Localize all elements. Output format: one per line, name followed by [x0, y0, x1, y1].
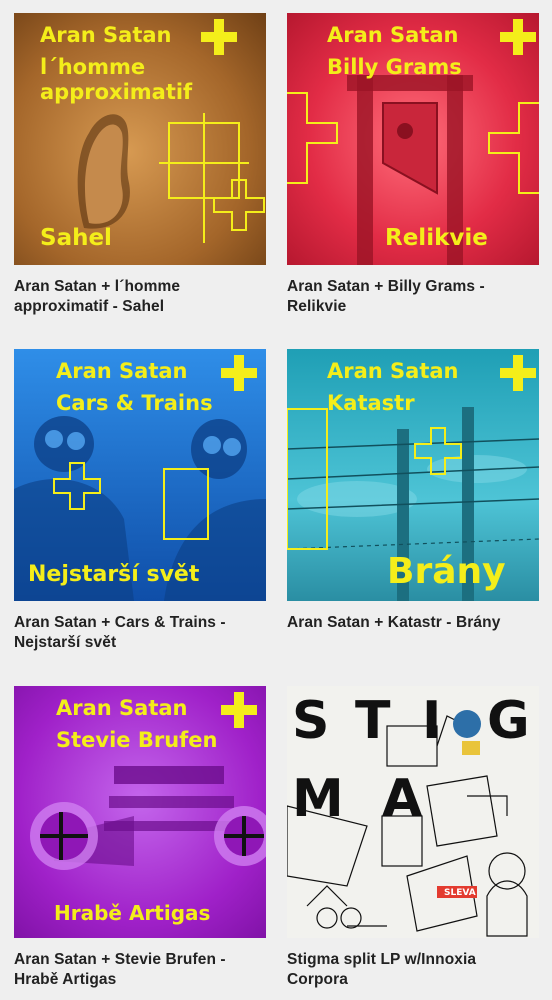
cover-art-stigma: S T I G M A SLEVA [287, 686, 539, 938]
release-card-brany[interactable]: Aran Satan Katastr Brány Aran Satan + Ka… [287, 349, 539, 633]
release-grid: Aran Satan l´homme approximatif Sahel Ar… [0, 0, 552, 1000]
cover-art-nejstarsi-svet: Aran Satan Cars & Trains Nejstarší svět [14, 349, 266, 601]
album-cover-sahel[interactable]: Aran Satan l´homme approximatif Sahel [14, 13, 266, 265]
cover-sign: SLEVA [444, 888, 476, 898]
cover-collab-line1: Cars & Trains [56, 391, 213, 415]
cover-collab-line1: Billy Grams [327, 55, 462, 79]
release-card-nejstarsi-svet[interactable]: Aran Satan Cars & Trains Nejstarší svět … [14, 349, 266, 653]
release-card-relikvie[interactable]: Aran Satan Billy Grams Relikvie Aran Sat… [287, 13, 539, 317]
album-cover-stigma[interactable]: S T I G M A SLEVA [287, 686, 539, 938]
album-cover-relikvie[interactable]: Aran Satan Billy Grams Relikvie [287, 13, 539, 265]
release-card-stigma[interactable]: S T I G M A SLEVA Stigma split LP w/Inno… [287, 686, 539, 990]
cover-letter-s: S [292, 691, 329, 751]
cover-art-brany: Aran Satan Katastr Brány [287, 349, 539, 601]
release-title-sahel[interactable]: Aran Satan + l´homme approximatif - Sahe… [14, 277, 266, 317]
release-card-sahel[interactable]: Aran Satan l´homme approximatif Sahel Ar… [14, 13, 266, 317]
release-card-hrabe-artigas[interactable]: Aran Satan Stevie Brufen Hrabě Artigas A… [14, 686, 266, 990]
cover-art-hrabe-artigas: Aran Satan Stevie Brufen Hrabě Artigas [14, 686, 266, 938]
cover-collab-line1: l´homme [40, 55, 145, 79]
cover-artist: Aran Satan [327, 23, 459, 47]
cover-letter-m: M [292, 769, 344, 829]
cover-artist: Aran Satan [56, 359, 188, 383]
album-cover-hrabe-artigas[interactable]: Aran Satan Stevie Brufen Hrabě Artigas [14, 686, 266, 938]
cover-artist: Aran Satan [40, 23, 172, 47]
album-cover-nejstarsi-svet[interactable]: Aran Satan Cars & Trains Nejstarší svět [14, 349, 266, 601]
release-title-brany[interactable]: Aran Satan + Katastr - Brány [287, 613, 539, 633]
cover-collab-line2: approximatif [40, 80, 193, 104]
release-title-nejstarsi-svet[interactable]: Aran Satan + Cars & Trains - Nejstarší s… [14, 613, 266, 653]
album-cover-brany[interactable]: Aran Satan Katastr Brány [287, 349, 539, 601]
cover-art-sahel: Aran Satan l´homme approximatif Sahel [14, 13, 266, 265]
cover-title: Nejstarší svět [28, 562, 200, 587]
cover-title: Relikvie [385, 225, 488, 251]
cover-letter-a: A [382, 769, 422, 829]
release-title-stigma[interactable]: Stigma split LP w/Innoxia Corpora [287, 950, 539, 990]
cover-letter-g: G [487, 691, 530, 751]
cover-title: Brány [387, 551, 506, 592]
cover-title: Hrabě Artigas [54, 901, 210, 925]
cover-letter-i: I [422, 691, 441, 751]
cover-artist: Aran Satan [56, 696, 188, 720]
release-title-relikvie[interactable]: Aran Satan + Billy Grams - Relikvie [287, 277, 539, 317]
cover-letter-t: T [355, 691, 391, 751]
cover-art-relikvie: Aran Satan Billy Grams Relikvie [287, 13, 539, 265]
cover-collab-line1: Stevie Brufen [56, 728, 218, 752]
cover-artist: Aran Satan [327, 359, 459, 383]
cover-title: Sahel [40, 225, 112, 251]
cover-collab-line1: Katastr [327, 391, 415, 415]
release-title-hrabe-artigas[interactable]: Aran Satan + Stevie Brufen - Hrabě Artig… [14, 950, 266, 990]
